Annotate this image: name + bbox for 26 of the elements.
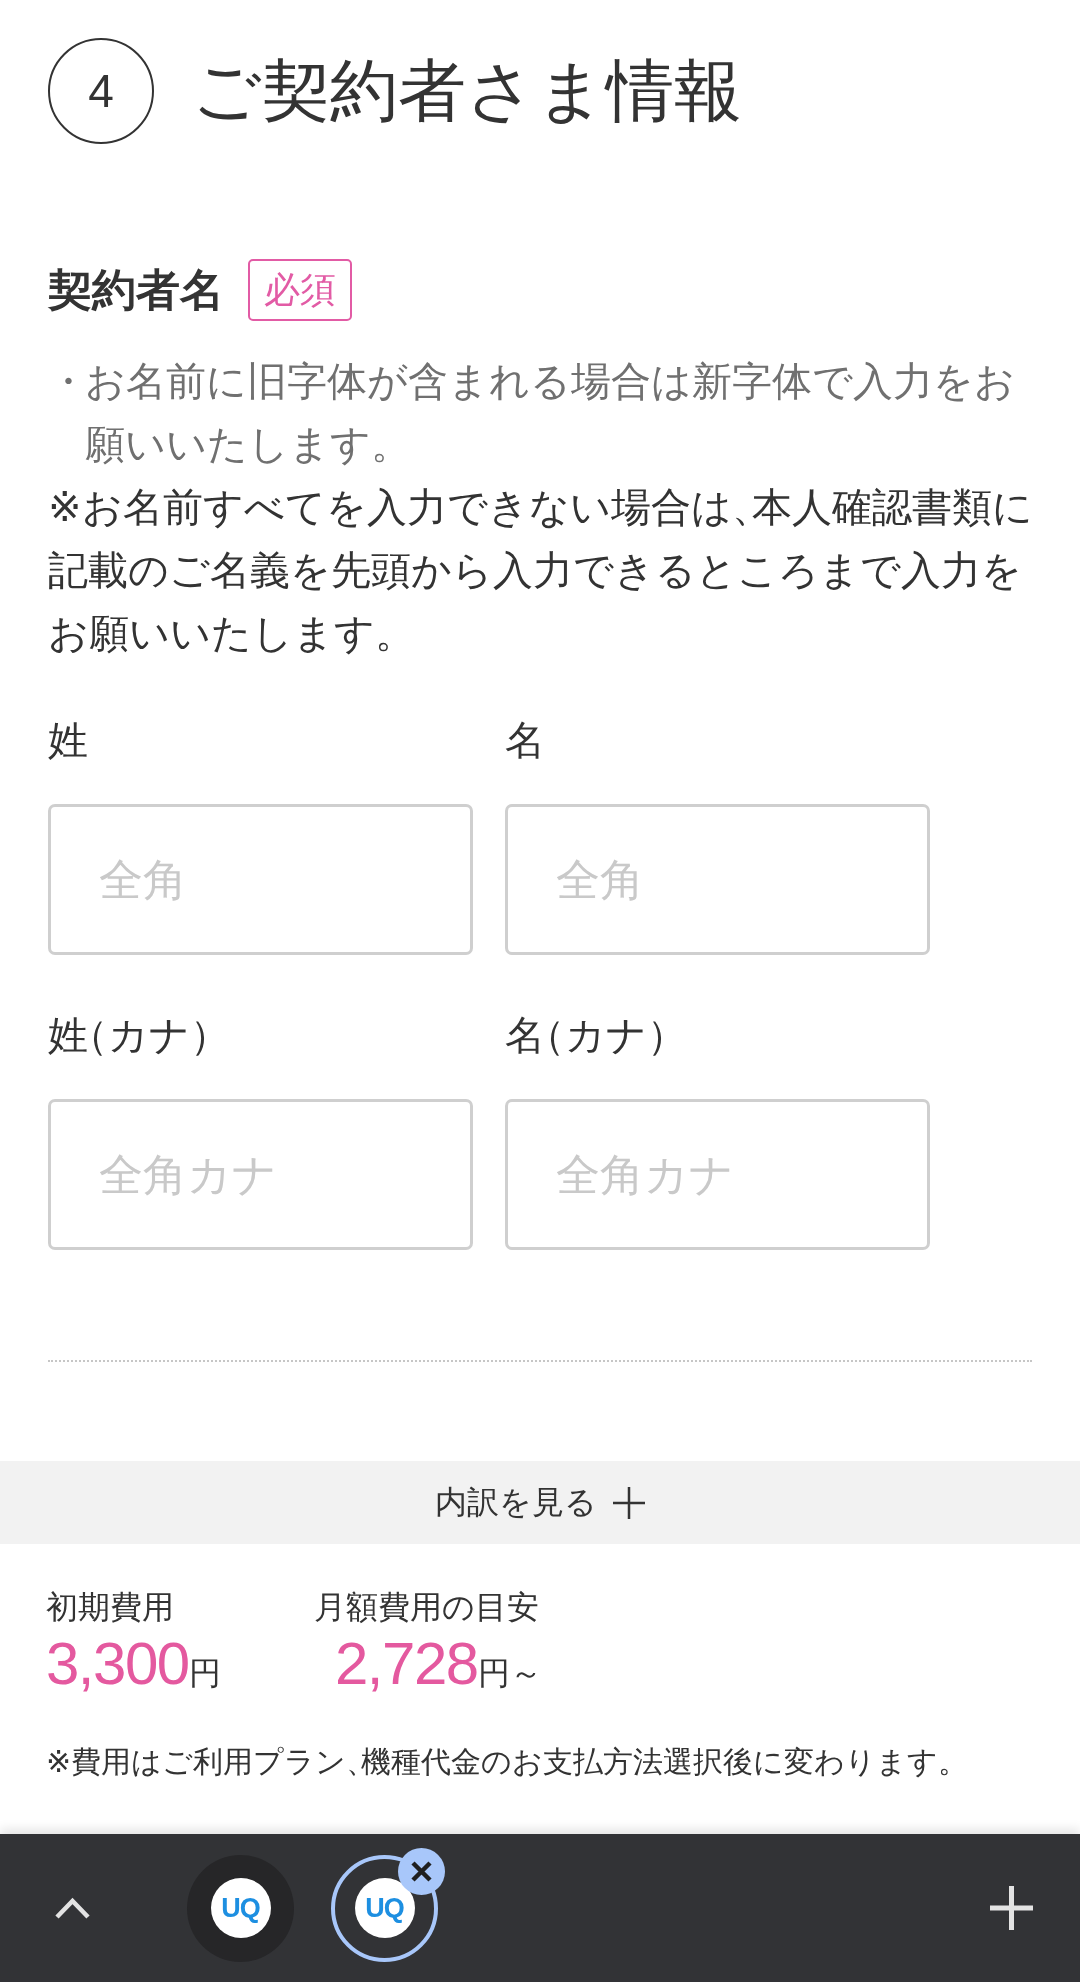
chevron-up-icon[interactable] [55,1897,90,1919]
breakdown-toggle[interactable]: 内訳を見る [0,1461,1080,1544]
section-title: ご契約者さま情報 [192,51,742,131]
site-logo: UQ [210,1878,271,1938]
cost-label: 初期費用 [46,1588,174,1627]
price-unit: 円～ [477,1654,542,1693]
cost-label: 月額費用の目安 [314,1588,539,1627]
plus-icon [613,1486,645,1519]
close-icon[interactable] [398,1847,445,1895]
price-unit: 円 [188,1654,221,1693]
cost-note: ※費用はご利用プラン、機種代金のお支払方法選択後に変わります。 [46,1744,955,1780]
step-number: 4 [48,38,154,144]
site-logo: UQ [354,1878,415,1938]
plus-icon[interactable] [990,1886,1033,1930]
note-text: ※お名前すべてを入力できない場合は、本人確認書類に記載のご名義を先頭から入力できるところまで入力をお願いいたします。 [48,484,1034,657]
price-amount: 3,300 [46,1629,189,1699]
required-badge: 必須 [248,259,352,321]
field-heading: 契約者名 [48,263,224,316]
price-amount: 2,728 [335,1629,478,1699]
field-label: 姓（カナ） [48,1012,210,1059]
field-label: 名 [505,717,545,764]
browser-tab[interactable]: UQ [187,1854,294,1962]
field-label: 姓 [48,717,88,764]
field-label: 名（カナ） [505,1012,667,1059]
list-bullet: ・ [48,358,85,405]
note-text: お名前に旧字体が含まれる場合は新字体で入力をお願いいたします。 [85,358,1016,468]
